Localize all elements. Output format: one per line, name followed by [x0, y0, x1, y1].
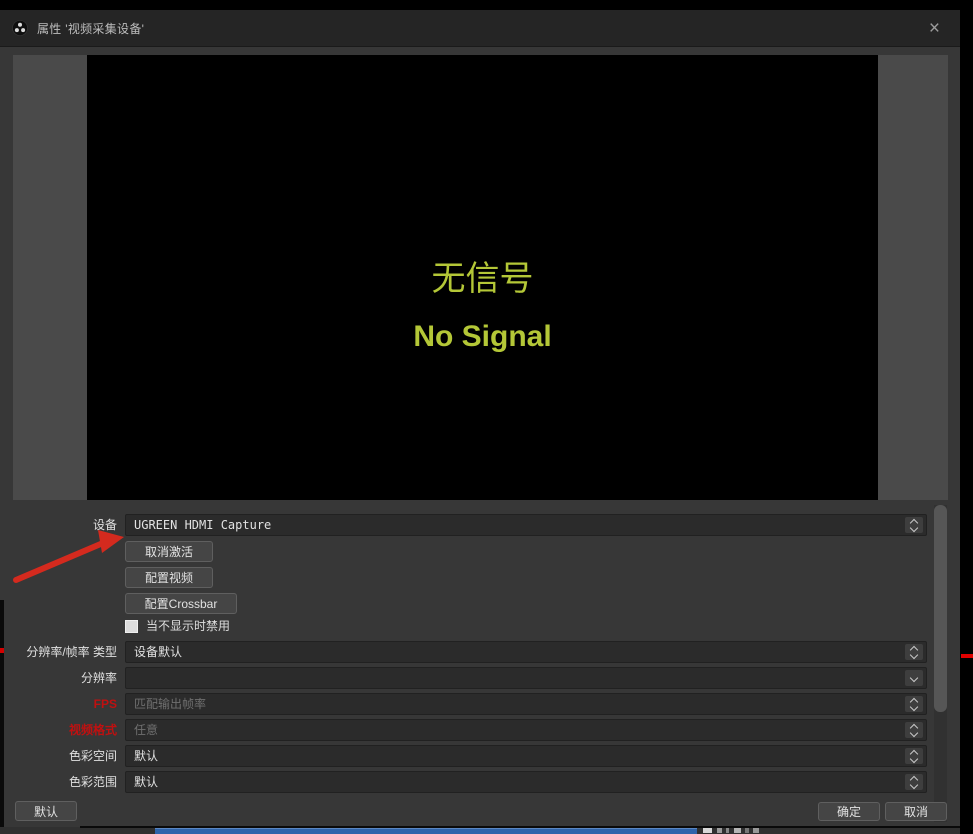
checkbox-label: 当不显示时禁用: [146, 619, 230, 634]
resolution-select[interactable]: [125, 667, 927, 689]
background-fragment: [734, 828, 741, 833]
dialog-title: 属性 '视频采集设备': [37, 20, 144, 37]
video-format-select[interactable]: 任意: [125, 719, 927, 741]
spinner-arrows-icon[interactable]: [905, 774, 923, 790]
form-scrollbar[interactable]: [934, 505, 947, 822]
screen: 属性 '视频采集设备' × 无信号 No Signal 设备 UGREEN HD…: [0, 0, 973, 834]
background-fragment: [703, 828, 712, 833]
background-fragment: [717, 828, 722, 833]
spinner-arrows-icon[interactable]: [905, 696, 923, 712]
dialog-titlebar[interactable]: 属性 '视频采集设备' ×: [0, 10, 960, 47]
obs-logo-icon: [12, 20, 28, 36]
spinner-arrows-icon[interactable]: [905, 748, 923, 764]
no-signal-text-en: No Signal: [87, 320, 878, 354]
fps-label: FPS: [0, 693, 117, 715]
defaults-button[interactable]: 默认: [15, 801, 77, 821]
no-signal-text-zh: 无信号: [87, 260, 878, 298]
resolution-label: 分辨率: [0, 667, 117, 689]
cancel-button[interactable]: 取消: [885, 802, 947, 821]
screen-right-edge: [960, 0, 973, 834]
color-space-label: 色彩空间: [0, 745, 117, 767]
spinner-arrows-icon[interactable]: [905, 517, 923, 533]
background-fragment: [745, 828, 749, 833]
spinner-arrows-icon[interactable]: [905, 722, 923, 738]
color-range-select[interactable]: 默认: [125, 771, 927, 793]
background-fragment: [726, 828, 729, 833]
close-icon[interactable]: ×: [923, 19, 946, 38]
video-format-value: 任意: [134, 720, 900, 740]
red-mark-left: [0, 648, 4, 653]
configure-video-button[interactable]: 配置视频: [125, 567, 213, 588]
res-fps-type-value: 设备默认: [134, 642, 900, 662]
device-select[interactable]: UGREEN HDMI Capture: [125, 514, 927, 536]
preview-panel: 无信号 No Signal: [13, 55, 948, 500]
background-fragment: [753, 828, 759, 833]
deactivate-when-not-showing-checkbox[interactable]: [125, 620, 138, 633]
ok-button[interactable]: 确定: [818, 802, 880, 821]
color-space-select[interactable]: 默认: [125, 745, 927, 767]
spinner-arrows-icon[interactable]: [905, 644, 923, 660]
fps-value: 匹配输出帧率: [134, 694, 900, 714]
properties-dialog: 属性 '视频采集设备' × 无信号 No Signal 设备 UGREEN HD…: [0, 10, 960, 827]
video-format-label: 视频格式: [0, 719, 117, 741]
scrollbar-thumb[interactable]: [934, 505, 947, 712]
color-range-value: 默认: [134, 772, 900, 792]
device-select-value: UGREEN HDMI Capture: [134, 515, 900, 535]
color-space-value: 默认: [134, 746, 900, 766]
video-preview: 无信号 No Signal: [87, 55, 878, 500]
fps-select[interactable]: 匹配输出帧率: [125, 693, 927, 715]
deactivate-button[interactable]: 取消激活: [125, 541, 213, 562]
res-fps-type-label: 分辨率/帧率 类型: [0, 641, 117, 663]
configure-crossbar-button[interactable]: 配置Crossbar: [125, 593, 237, 614]
res-fps-type-select[interactable]: 设备默认: [125, 641, 927, 663]
screen-left-edge: [0, 600, 4, 827]
chevron-down-icon[interactable]: [905, 670, 923, 686]
red-mark-right: [961, 654, 973, 658]
red-arrow-annotation: [6, 528, 131, 586]
color-range-label: 色彩范围: [0, 771, 117, 793]
background-blue-bar: [155, 828, 697, 834]
